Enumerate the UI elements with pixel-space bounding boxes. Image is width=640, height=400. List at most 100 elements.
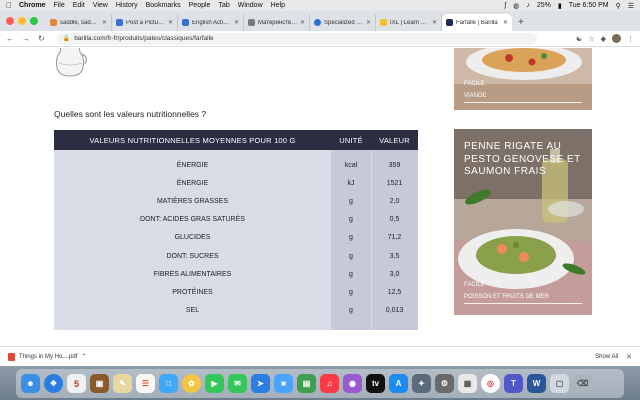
wifi-icon[interactable]: ◍ <box>513 2 519 10</box>
apple-tv-icon[interactable]: tv <box>366 374 385 393</box>
download-item[interactable]: Things in My Ho....pdf ⌃ <box>8 352 86 361</box>
apple-menu-icon[interactable]:  <box>6 1 12 10</box>
nutrient-unit: g <box>349 288 353 296</box>
menu-bookmarks[interactable]: Bookmarks <box>146 2 181 9</box>
reminders-icon[interactable]: ☰ <box>136 374 155 393</box>
notes-icon[interactable]: ✎ <box>113 374 132 393</box>
tab-materinstvo[interactable]: Материнство « ✕ <box>244 14 310 31</box>
nutrient-unit: g <box>349 270 353 278</box>
menu-edit[interactable]: Edit <box>73 2 85 9</box>
tab-farfalle-barilla[interactable]: Farfalle | Barilla ✕ <box>442 14 512 31</box>
minimize-window-button[interactable] <box>18 17 26 25</box>
keynote-icon[interactable]: □ <box>159 374 178 393</box>
zoom-window-button[interactable] <box>30 17 38 25</box>
extension-icon[interactable]: ◆ <box>601 35 606 43</box>
menu-people[interactable]: People <box>189 2 211 9</box>
tab-close-icon[interactable]: ✕ <box>234 19 239 26</box>
back-icon[interactable]: ← <box>6 34 14 43</box>
menu-file[interactable]: File <box>53 2 64 9</box>
profile-avatar[interactable] <box>612 34 621 43</box>
close-downloads-icon[interactable]: ✕ <box>626 353 632 361</box>
chrome-icon[interactable]: ◎ <box>481 374 500 393</box>
lock-icon[interactable]: 🔒 <box>63 35 70 42</box>
nutrient-unit: g <box>349 252 353 260</box>
close-window-button[interactable] <box>6 17 14 25</box>
nutrient-name: Énergie <box>176 179 209 187</box>
nutrient-unit: g <box>349 216 353 224</box>
podcasts-icon[interactable]: ◉ <box>343 374 362 393</box>
folder-icon[interactable]: ▢ <box>550 374 569 393</box>
nutrient-value: 2,0 <box>389 197 400 205</box>
reload-icon[interactable]: ↻ <box>38 34 45 43</box>
launchpad-icon[interactable]: ✦ <box>412 374 431 393</box>
tab-close-icon[interactable]: ✕ <box>102 19 107 26</box>
nutrient-unit: kJ <box>347 179 355 187</box>
menu-view[interactable]: View <box>93 2 108 9</box>
nutrient-value: 71,2 <box>387 234 402 242</box>
maps-icon[interactable]: ➤ <box>251 374 270 393</box>
tab-close-icon[interactable]: ✕ <box>366 19 371 26</box>
numbers-icon[interactable]: ■ <box>274 374 293 393</box>
menu-list-icon[interactable]: ☰ <box>628 2 634 10</box>
show-all-button[interactable]: Show All <box>595 354 618 360</box>
nutrient-name: Dont: acides gras saturés <box>140 216 245 224</box>
forward-icon[interactable]: → <box>22 34 30 43</box>
translate-icon[interactable]: ☯ <box>576 35 582 43</box>
safari-icon[interactable]: ❖ <box>44 374 63 393</box>
search-icon[interactable]: ⚲ <box>616 2 621 10</box>
teams-icon[interactable]: T <box>504 374 523 393</box>
pdf-file-icon <box>8 352 15 361</box>
battery-percent[interactable]: 25% <box>537 2 551 9</box>
volume-icon[interactable]: ♪ <box>526 2 530 9</box>
tab-saddle[interactable]: saddle, saddle w ✕ <box>46 14 112 31</box>
address-bar[interactable]: 🔒 barilla.com/fr-fr/produits/pates/class… <box>56 32 537 45</box>
books-icon[interactable]: ▣ <box>90 374 109 393</box>
tab-english-activities[interactable]: English Activities ✕ <box>178 14 244 31</box>
tab-favicon-icon <box>380 19 387 26</box>
system-preferences-icon[interactable]: ⚙ <box>435 374 454 393</box>
preview-icon[interactable]: ▦ <box>458 374 477 393</box>
finder-icon[interactable]: ☻ <box>21 374 40 393</box>
recipe-card-penne-pesto-saumon[interactable]: PENNE RIGATE AU PESTO GENOVESE ET SAUMON… <box>454 129 592 315</box>
trash-icon[interactable]: ⌫ <box>573 374 592 393</box>
app-menu-chrome[interactable]: Chrome <box>19 2 45 9</box>
recipe-difficulty: FACILE <box>464 81 485 87</box>
bluetooth-icon[interactable]: ∫ <box>504 2 506 9</box>
menu-tab[interactable]: Tab <box>218 2 229 9</box>
recipe-card-viande[interactable]: FACILE VIANDE <box>454 48 592 110</box>
nutrient-value: 3,5 <box>389 252 400 260</box>
more-menu-icon[interactable]: ⋮ <box>627 35 634 43</box>
tab-close-icon[interactable]: ✕ <box>432 19 437 26</box>
word-icon[interactable]: W <box>527 374 546 393</box>
menu-history[interactable]: History <box>116 2 138 9</box>
recipe-photo-image <box>454 48 592 110</box>
nutrient-value: 0,013 <box>385 307 404 315</box>
clock[interactable]: Tue 6:50 PM <box>569 2 609 9</box>
nutrient-name: Protéines <box>172 288 213 296</box>
messages-icon[interactable]: ✉ <box>228 374 247 393</box>
photos-icon[interactable]: ✿ <box>182 374 201 393</box>
chevron-up-icon[interactable]: ⌃ <box>81 353 86 360</box>
window-controls <box>6 11 38 31</box>
facetime-icon[interactable]: ▶ <box>205 374 224 393</box>
tab-ixl[interactable]: IXL | Learn grade ✕ <box>376 14 442 31</box>
tab-close-icon[interactable]: ✕ <box>168 19 173 26</box>
bookmark-star-icon[interactable]: ☆ <box>588 35 594 43</box>
menu-help[interactable]: Help <box>271 2 285 9</box>
nutrient-unit: g <box>349 307 353 315</box>
nutrient-unit: g <box>349 197 353 205</box>
tab-close-icon[interactable]: ✕ <box>300 19 305 26</box>
app-store-icon[interactable]: A <box>389 374 408 393</box>
tab-post-a-picture[interactable]: Post a Picture of ✕ <box>112 14 178 31</box>
battery-icon[interactable]: ▮ <box>558 2 562 10</box>
music-icon[interactable]: ♫ <box>320 374 339 393</box>
new-tab-button[interactable]: + <box>518 14 524 31</box>
tab-favicon-icon <box>314 19 321 26</box>
glass-jug-image <box>55 48 87 77</box>
tab-specialized[interactable]: Specialized Sim ✕ <box>310 14 376 31</box>
calendar-icon[interactable]: 5 <box>67 374 86 393</box>
tab-close-icon[interactable]: ✕ <box>503 19 508 26</box>
menu-window[interactable]: Window <box>238 2 263 9</box>
browser-toolbar: ← → ↻ 🔒 barilla.com/fr-fr/produits/pates… <box>0 31 640 47</box>
sheets-icon[interactable]: ▤ <box>297 374 316 393</box>
